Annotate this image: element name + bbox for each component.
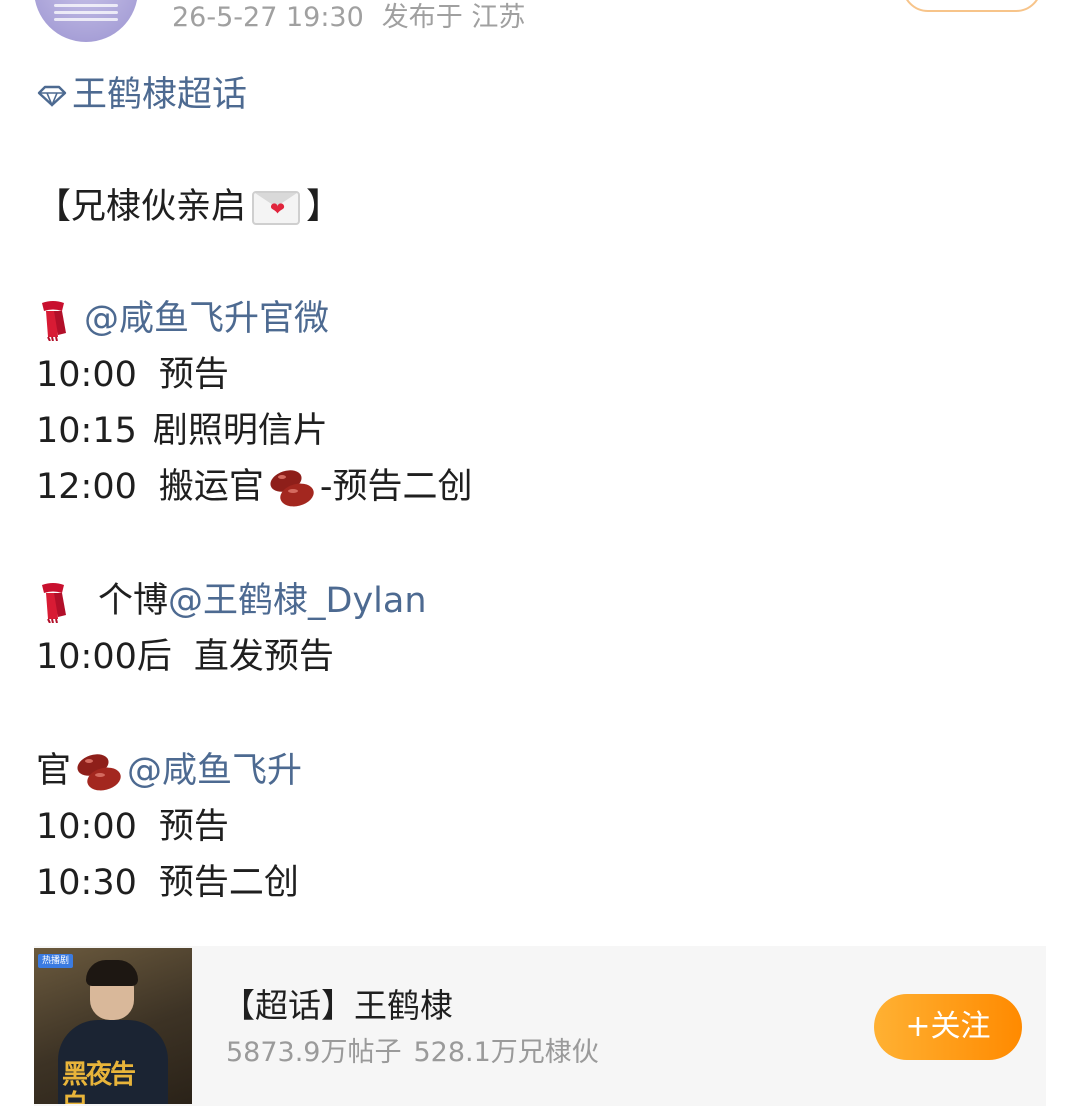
- section2-label: 个博: [98, 581, 169, 621]
- schedule-row: 10:00 预告: [36, 352, 229, 398]
- schedule-row: 10:00 预告: [36, 804, 229, 850]
- red-scarf-emoji: [42, 301, 66, 342]
- schedule-suffix: -预告二创: [319, 467, 473, 507]
- cover-title: 黑夜告白: [62, 1060, 136, 1104]
- follow-button[interactable]: +关注: [874, 994, 1022, 1060]
- weibo-post: 26-5-27 19:30 发布于 江苏 王鹤棣超话 【兄棣伙亲启 ❤】 @咸鱼飞升…: [0, 0, 1080, 1111]
- topic-link[interactable]: 王鹤棣超话: [36, 72, 247, 118]
- diamond-icon: [37, 85, 67, 108]
- topic-cover-image: 热播剧 黑夜告白: [34, 948, 192, 1104]
- title-open-text: 【兄棣伙亲启: [36, 187, 247, 227]
- topic-members-count: 528.1万兄棣伙: [413, 1037, 599, 1068]
- post-location: 发布于 江苏: [381, 2, 526, 33]
- love-letter-emoji: ❤: [252, 191, 301, 225]
- cover-tag: 热播剧: [38, 954, 74, 968]
- schedule-row: 12:00 搬运官 -预告二创: [36, 464, 473, 510]
- avatar[interactable]: [34, 0, 138, 42]
- red-bean-emoji: [77, 754, 121, 791]
- schedule-text: 搬运官: [158, 467, 264, 507]
- topic-link-label: 王鹤棣超话: [72, 75, 248, 115]
- schedule-text: 直发预告: [193, 637, 334, 677]
- schedule-text: 预告二创: [158, 863, 299, 903]
- schedule-text: 预告: [158, 355, 229, 395]
- section1-header: @咸鱼飞升官微: [36, 296, 329, 342]
- schedule-time: 10:30: [36, 863, 137, 903]
- title-close-text: 】: [306, 187, 342, 227]
- schedule-time: 12:00: [36, 467, 137, 507]
- topic-posts-count: 5873.9万帖子: [226, 1037, 402, 1068]
- avatar-image-lines: [54, 0, 118, 25]
- topic-card-title: 【超话】王鹤棣: [222, 986, 453, 1025]
- schedule-row: 10:15 剧照明信片: [36, 408, 328, 454]
- section2-header: 个博@王鹤棣_Dylan: [36, 578, 427, 624]
- schedule-time: 10:15: [36, 411, 137, 451]
- mention-xianyu[interactable]: @咸鱼飞升: [127, 751, 302, 791]
- schedule-text: 预告: [158, 807, 229, 847]
- schedule-time: 10:00: [36, 355, 137, 395]
- mention-dylan[interactable]: @王鹤棣_Dylan: [168, 581, 427, 621]
- red-bean-emoji: [270, 470, 314, 507]
- schedule-time: 10:00: [36, 807, 137, 847]
- schedule-row: 10:00后 直发预告: [36, 634, 334, 680]
- post-title: 【兄棣伙亲启 ❤】: [36, 184, 341, 230]
- section3-label: 官: [36, 751, 72, 791]
- topic-card-stats: 5873.9万帖子 528.1万兄棣伙: [226, 1036, 599, 1070]
- post-timestamp: 26-5-27 19:30: [172, 2, 364, 33]
- schedule-time: 10:00后: [36, 637, 172, 677]
- red-scarf-emoji: [42, 583, 66, 624]
- schedule-row: 10:30 预告二创: [36, 860, 299, 906]
- mention-official[interactable]: @咸鱼飞升官微: [84, 299, 329, 339]
- section3-header: 官 @咸鱼飞升: [36, 748, 302, 794]
- post-meta: 26-5-27 19:30 发布于 江苏: [172, 0, 525, 36]
- header-follow-button[interactable]: [902, 0, 1042, 12]
- topic-card[interactable]: 热播剧 黑夜告白 【超话】王鹤棣 5873.9万帖子 528.1万兄棣伙 +关注: [34, 946, 1046, 1106]
- schedule-text: 剧照明信片: [152, 411, 328, 451]
